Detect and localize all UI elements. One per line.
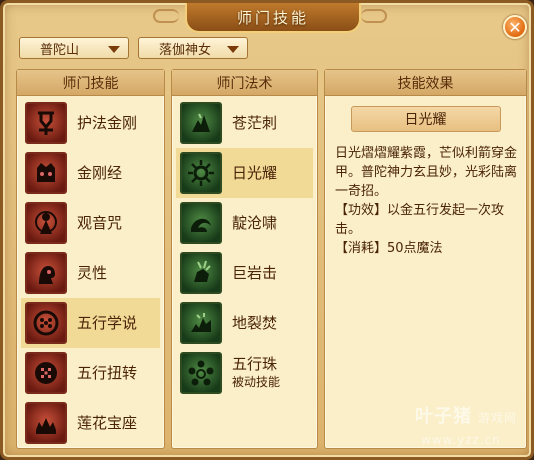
spells-panel: 师门法术 苍茫刺 日光耀 靛沧啸 巨岩击 地裂焚 五行珠 被动技能 (171, 69, 318, 449)
spell-item-dingcangxiao[interactable]: 靛沧啸 (176, 198, 313, 248)
boulder-strike-icon (180, 252, 222, 294)
spirituality-icon (25, 252, 67, 294)
vast-thorn-icon (180, 102, 222, 144)
close-button[interactable]: ✕ (503, 15, 527, 39)
school-dropdown[interactable]: 落伽神女 (138, 37, 248, 59)
effect-line: 【功效】以金五行发起一次攻击。 (335, 203, 505, 237)
five-elements-pearl-icon (180, 352, 222, 394)
close-icon: ✕ (508, 17, 522, 37)
effect-spell-name: 日光耀 (350, 106, 501, 132)
spell-label: 五行珠 (232, 355, 278, 373)
passive-skill-tag: 被动技能 (232, 375, 281, 389)
title-ornament-left (153, 9, 179, 23)
skill-item-hufajingang[interactable]: 护法金刚 (21, 98, 160, 148)
skills-window: 师门技能 ✕ 普陀山 落伽神女 师门技能 护法金刚 金刚经 观音咒 灵性 五行学… (0, 0, 534, 460)
watermark-text: 叶子猪 (414, 406, 472, 427)
spell-item-wuxingzhu[interactable]: 五行珠 被动技能 (176, 348, 313, 398)
window-title: 师门技能 (185, 3, 361, 33)
watermark-url: www.yzz.cn (420, 433, 501, 447)
lotus-throne-icon (25, 402, 67, 444)
spell-item-cangmangci[interactable]: 苍茫刺 (176, 98, 313, 148)
cost-line: 【消耗】50点魔法 (335, 241, 443, 256)
spells-panel-header: 师门法术 (172, 70, 317, 96)
spell-item-juyanji[interactable]: 巨岩击 (176, 248, 313, 298)
vajra-guard-icon (25, 102, 67, 144)
sunlight-radiance-icon (180, 152, 222, 194)
five-elements-theory-icon (25, 302, 67, 344)
skills-panel: 师门技能 护法金刚 金刚经 观音咒 灵性 五行学说 五行扭转 莲花宝座 (16, 69, 165, 449)
effect-desc-text: 日光熠熠耀紫霞，芒似利箭穿金甲。普陀神力玄且妙，光彩陆离一奇招。 (335, 146, 518, 199)
skill-item-wuxingniuzhuan[interactable]: 五行扭转 (21, 348, 160, 398)
chevron-down-icon (227, 46, 239, 53)
chevron-down-icon (108, 46, 120, 53)
effect-description: 日光熠熠耀紫霞，芒似利箭穿金甲。普陀神力玄且妙，光彩陆离一奇招。 【功效】以金五… (335, 144, 518, 258)
diamond-sutra-icon (25, 152, 67, 194)
spell-item-diliefen[interactable]: 地裂焚 (176, 298, 313, 348)
skill-item-guanyinzhou[interactable]: 观音咒 (21, 198, 160, 248)
skill-item-jingangjing[interactable]: 金刚经 (21, 148, 160, 198)
spell-item-riguangyao[interactable]: 日光耀 (176, 148, 313, 198)
skill-item-wuxingxueshuo[interactable]: 五行学说 (21, 298, 160, 348)
effect-panel: 技能效果 日光耀 日光熠熠耀紫霞，芒似利箭穿金甲。普陀神力玄且妙，光彩陆离一奇招… (324, 69, 527, 449)
watermark: 叶子猪 游戏网 www.yzz.cn (415, 402, 517, 449)
title-ornament-right (361, 9, 387, 23)
sect-dropdown[interactable]: 普陀山 (19, 37, 129, 59)
skill-item-lingxing[interactable]: 灵性 (21, 248, 160, 298)
sect-dropdown-value: 普陀山 (40, 42, 80, 58)
skill-item-lianhuabaozuo[interactable]: 莲花宝座 (21, 398, 160, 448)
school-dropdown-value: 落伽神女 (159, 42, 212, 58)
indigo-roar-icon (180, 202, 222, 244)
skills-panel-header: 师门技能 (17, 70, 164, 96)
effect-panel-header: 技能效果 (325, 70, 526, 96)
watermark-sub: 游戏网 (477, 411, 517, 425)
five-elements-reversal-icon (25, 352, 67, 394)
earth-split-burn-icon (180, 302, 222, 344)
guanyin-mantra-icon (25, 202, 67, 244)
